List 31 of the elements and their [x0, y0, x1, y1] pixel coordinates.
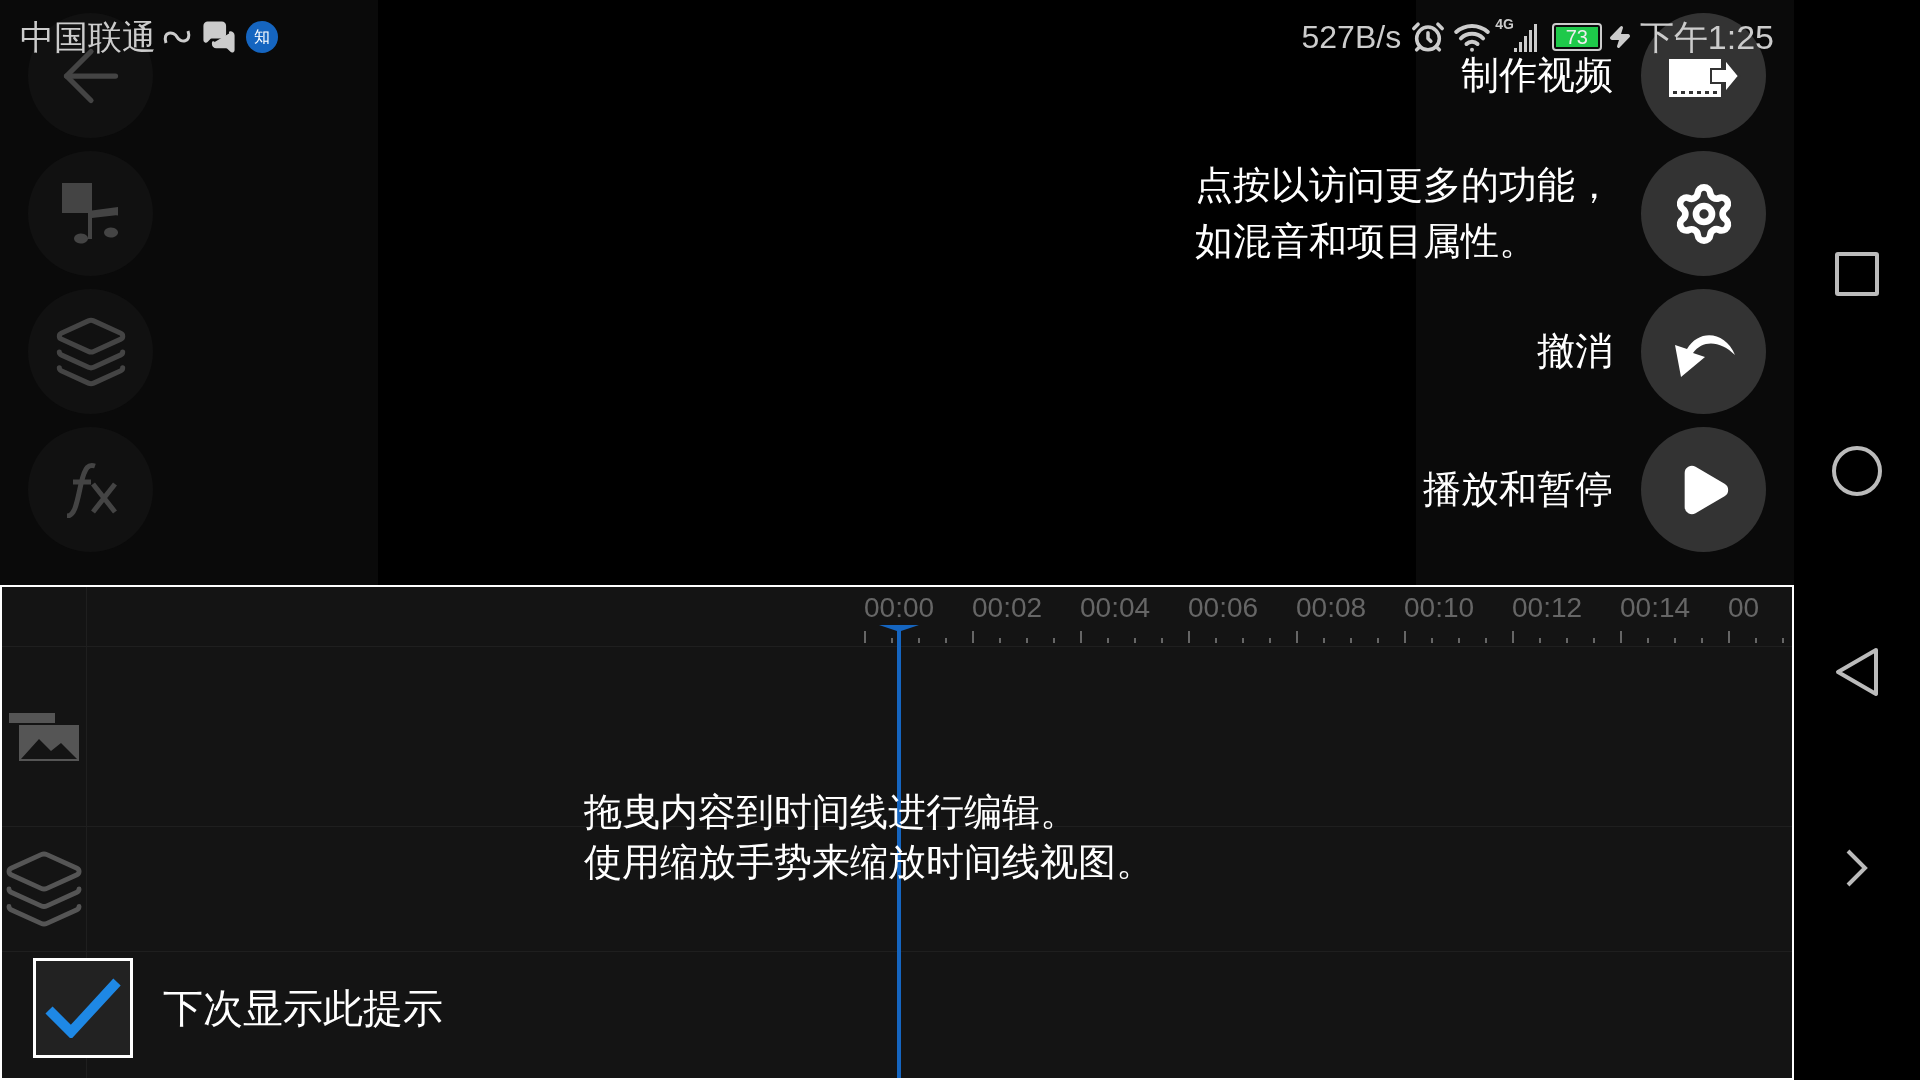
battery-level: 73 — [1555, 27, 1598, 47]
home-button[interactable] — [1832, 446, 1882, 496]
charging-icon — [1607, 25, 1632, 49]
action-label: 制作视频 — [1461, 52, 1613, 98]
show-hint-checkbox[interactable] — [33, 958, 133, 1058]
chat-icon — [202, 20, 236, 54]
time-label: 00 — [1728, 591, 1760, 625]
checkbox-label: 下次显示此提示 — [163, 985, 443, 1032]
action-label: 点按以访问更多的功能， — [1195, 163, 1613, 209]
network-type: 4G — [1495, 15, 1514, 34]
film-image-icon — [7, 710, 81, 763]
action-label: 播放和暂停 — [1423, 466, 1613, 512]
time-label: 00:12 — [1512, 591, 1583, 625]
back-button[interactable] — [1834, 646, 1880, 698]
checkmark-icon — [45, 978, 121, 1038]
time-label: 00:04 — [1080, 591, 1151, 625]
network-speed: 527B/s — [1301, 18, 1402, 57]
time-label: 00:10 — [1404, 591, 1475, 625]
action-label: 如混音和项目属性。 — [1195, 218, 1538, 264]
time-label: 00:08 — [1296, 591, 1367, 625]
recent-apps-button[interactable] — [1835, 252, 1879, 296]
signal-icon — [1513, 22, 1540, 52]
carrier-name: 中国联通 — [20, 16, 156, 58]
time-label: 00:06 — [1188, 591, 1259, 625]
action-label: 撤消 — [1537, 328, 1613, 374]
time-label: 00:02 — [972, 591, 1043, 625]
time-label: 00:14 — [1620, 591, 1691, 625]
alarm-icon — [1411, 20, 1446, 54]
clock-time: 下午1:25 — [1639, 16, 1774, 58]
time-label: 00:00 — [864, 591, 935, 625]
chevron-right-icon[interactable] — [1845, 848, 1869, 888]
